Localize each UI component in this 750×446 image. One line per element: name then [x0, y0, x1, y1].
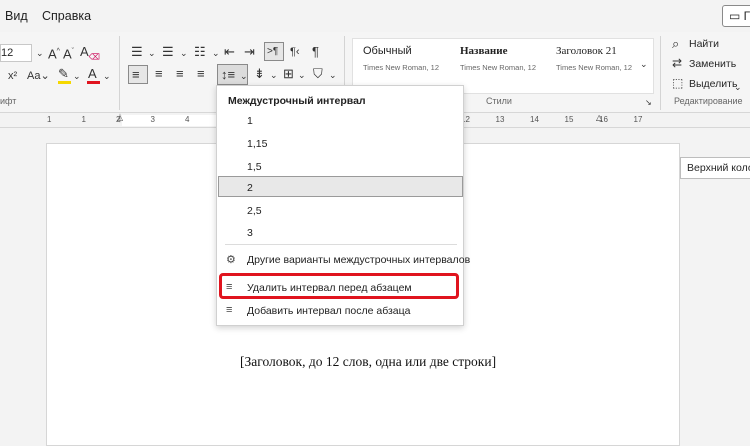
styles-more-icon[interactable]: ⌄: [640, 56, 648, 72]
bullets-dropdown-icon[interactable]: ⌄: [148, 45, 156, 61]
spacing-option-1[interactable]: 1: [247, 115, 253, 127]
header-tooltip: Верхний колонтитул: [680, 157, 750, 179]
styles-group-label: Стили: [486, 96, 512, 106]
multilevel-dropdown-icon[interactable]: ⌄: [212, 45, 220, 61]
menu-separator: [225, 244, 457, 245]
comments-button[interactable]: ▭ Г: [722, 5, 750, 27]
font-group-label: ифт: [0, 96, 17, 106]
divider: [119, 36, 120, 110]
change-case-icon[interactable]: Aa⌄: [27, 68, 50, 84]
ruler-number: 17: [633, 115, 643, 124]
menu-help[interactable]: Справка: [42, 9, 91, 23]
shading-dropdown-icon[interactable]: ⌄: [329, 67, 337, 83]
ruler-number: 1: [81, 115, 86, 124]
spacing-option-3[interactable]: 3: [247, 227, 253, 239]
ltr-icon: >¶: [267, 46, 279, 57]
gear-icon: ⚙: [226, 254, 236, 266]
justify-icon[interactable]: ≡: [197, 66, 205, 82]
borders-dropdown-icon[interactable]: ⌄: [298, 67, 306, 83]
paragraph-spacing-icon[interactable]: ⇟: [254, 66, 265, 82]
align-left-icon: ≡: [132, 67, 140, 82]
borders-icon[interactable]: ⊞: [283, 66, 294, 82]
find-button[interactable]: Найти: [689, 38, 719, 50]
line-spacing-icon: ↕≡: [221, 67, 236, 82]
highlight-color-bar: [58, 81, 71, 84]
style-normal[interactable]: Обычный Times New Roman, 12: [363, 45, 439, 72]
styles-launcher-icon[interactable]: ↘: [645, 95, 652, 111]
font-color-dropdown-icon[interactable]: ⌄: [103, 68, 111, 84]
selected-option-highlight: [218, 176, 463, 197]
spacing-option-2[interactable]: 2: [247, 182, 253, 194]
show-marks-icon[interactable]: ¶: [312, 44, 319, 60]
ruler-number: 2: [116, 115, 121, 124]
ruler-number: 3: [150, 115, 155, 124]
divider: [660, 36, 661, 110]
ruler-number: 14: [530, 115, 539, 124]
select-icon[interactable]: ⬚: [672, 75, 683, 91]
highlight-dropdown-icon[interactable]: ⌄: [73, 68, 81, 84]
comment-icon: ▭: [729, 9, 744, 23]
highlight-icon[interactable]: ✎: [58, 66, 69, 82]
ltr-button[interactable]: >¶: [264, 42, 284, 61]
add-space-after[interactable]: Добавить интервал после абзаца: [247, 305, 411, 317]
style-heading-21[interactable]: Заголовок 21 Times New Roman, 12: [556, 45, 632, 72]
style-title[interactable]: Название Times New Roman, 12: [460, 45, 536, 72]
line-spacing-button[interactable]: ↕≡ ⌄: [217, 64, 248, 85]
ruler-number: 13: [495, 115, 505, 124]
red-highlight-box: [219, 273, 459, 299]
replace-icon[interactable]: ⇄: [672, 55, 682, 71]
select-button[interactable]: Выделить: [689, 78, 737, 90]
grow-font-icon[interactable]: A^: [48, 44, 60, 62]
spacing-option-2-5[interactable]: 2,5: [247, 205, 262, 217]
ruler-number: 4: [185, 115, 190, 124]
replace-button[interactable]: Заменить: [689, 58, 736, 70]
shrink-font-icon[interactable]: Aˇ: [63, 44, 74, 62]
search-icon[interactable]: ⌕: [672, 36, 679, 52]
numbering-icon[interactable]: ☰: [162, 44, 174, 60]
ruler-number: 16: [599, 115, 608, 124]
superscript-icon[interactable]: x²: [8, 68, 17, 84]
editing-group-label: Редактирование: [674, 96, 743, 106]
select-dropdown-icon[interactable]: ⌄: [734, 79, 742, 95]
align-right-icon[interactable]: ≡: [176, 66, 184, 82]
spacing-option-1-15[interactable]: 1,15: [247, 138, 267, 150]
numbering-dropdown-icon[interactable]: ⌄: [180, 45, 188, 61]
menu-view[interactable]: Вид: [5, 9, 28, 23]
title-placeholder[interactable]: [Заголовок, до 12 слов, одна или две стр…: [240, 354, 496, 370]
chevron-down-icon: ⌄: [240, 71, 248, 81]
rtl-icon[interactable]: ¶‹: [290, 44, 300, 60]
menu-bar: Вид Справка ▭ Г: [0, 0, 750, 32]
menu-title: Междустрочный интервал: [228, 95, 366, 107]
clear-formatting-icon[interactable]: A⌫: [80, 44, 100, 66]
font-color-icon[interactable]: A: [88, 66, 97, 82]
ruler-number: 1: [47, 115, 52, 124]
increase-indent-icon[interactable]: ⇥: [244, 44, 255, 60]
multilevel-list-icon[interactable]: ☷: [194, 44, 206, 60]
align-left-button[interactable]: ≡: [128, 65, 148, 84]
decrease-indent-icon[interactable]: ⇤: [224, 44, 235, 60]
font-size-input[interactable]: 12: [0, 44, 32, 62]
more-spacing-options[interactable]: Другие варианты междустрочных интервалов: [247, 254, 470, 266]
add-space-after-icon: ≡: [226, 304, 233, 316]
spacing-option-1-5[interactable]: 1,5: [247, 161, 262, 173]
shading-icon[interactable]: ⛉: [313, 66, 323, 82]
bullets-icon[interactable]: ☰: [131, 44, 143, 60]
align-center-icon[interactable]: ≡: [155, 66, 163, 82]
font-size-dropdown-icon[interactable]: ⌄: [36, 45, 44, 61]
ruler-number: 15: [564, 115, 574, 124]
spacing-dropdown-icon[interactable]: ⌄: [270, 67, 278, 83]
font-color-bar: [87, 81, 100, 84]
